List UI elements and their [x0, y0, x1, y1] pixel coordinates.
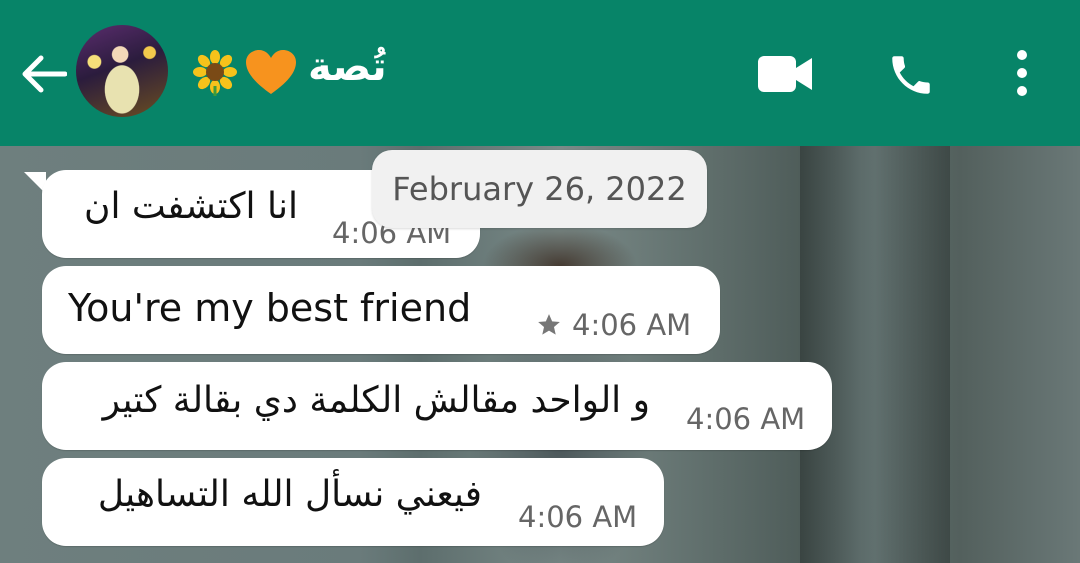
message-text: انا اكتشفت ان — [84, 186, 298, 227]
more-options-icon[interactable] — [1010, 48, 1034, 98]
sunflower-icon — [193, 50, 237, 96]
back-button[interactable] — [18, 48, 70, 100]
message-time: 4:06 AM — [518, 500, 638, 534]
date-separator: February 26, 2022 — [372, 150, 707, 228]
orange-heart-icon — [246, 50, 296, 94]
message-bubble[interactable]: و الواحد مقالش الكلمة دي بقالة كتير 4:06… — [42, 362, 832, 450]
chat-header: تُصة — [0, 0, 1080, 146]
message-text: فيعني نسأل الله التساهيل — [97, 474, 482, 515]
message-text: You're my best friend — [68, 286, 472, 330]
video-call-icon[interactable] — [758, 56, 812, 92]
contact-name[interactable]: تُصة — [308, 44, 387, 90]
message-time: 4:06 AM — [572, 308, 692, 342]
message-text: و الواحد مقالش الكلمة دي بقالة كتير — [102, 380, 650, 421]
star-icon — [538, 314, 560, 335]
message-bubble[interactable]: فيعني نسأل الله التساهيل 4:06 AM — [42, 458, 664, 546]
contact-avatar[interactable] — [76, 25, 168, 117]
voice-call-icon[interactable] — [886, 50, 936, 100]
wallpaper-shape — [800, 146, 950, 563]
back-arrow-icon — [22, 55, 67, 93]
message-time: 4:06 AM — [686, 402, 806, 436]
message-bubble[interactable]: You're my best friend 4:06 AM — [42, 266, 720, 354]
